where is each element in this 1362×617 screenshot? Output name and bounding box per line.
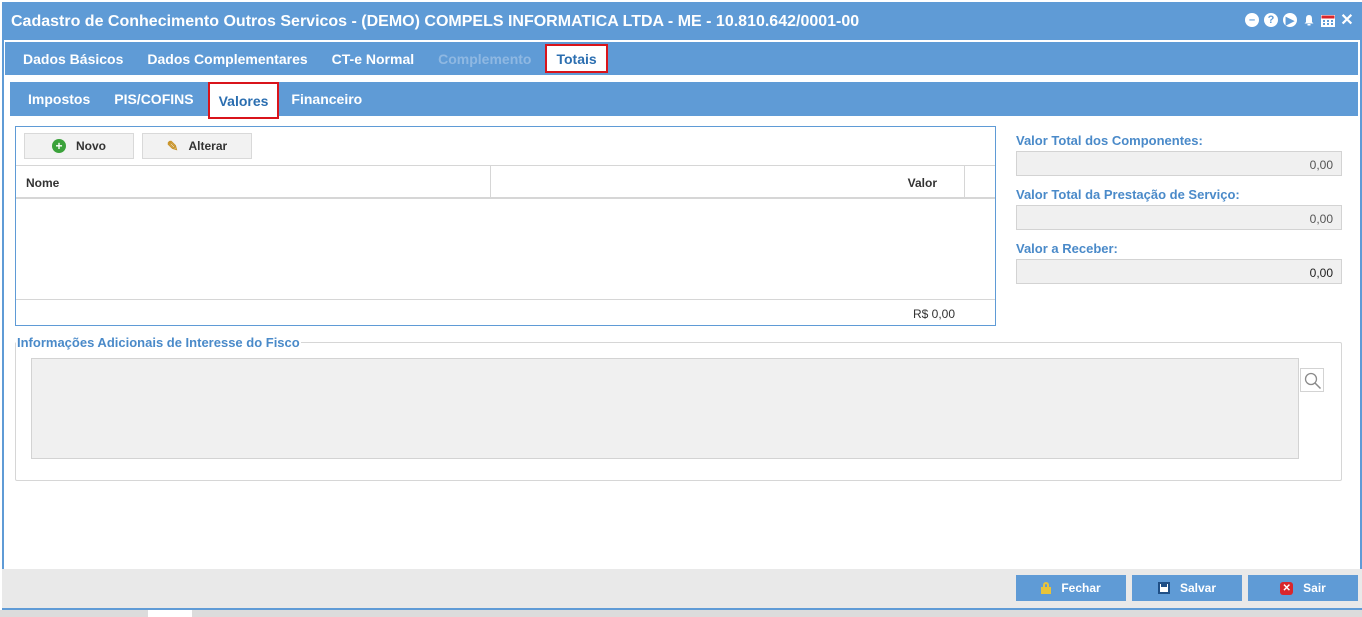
grid-header: Nome Valor xyxy=(16,165,995,199)
fisco-textarea[interactable] xyxy=(31,358,1299,459)
valor-receber-field[interactable]: 0,00 xyxy=(1016,259,1342,284)
edit-button-label: Alterar xyxy=(188,139,228,153)
pencil-icon: ✎ xyxy=(166,137,179,154)
close-icon[interactable]: ✕ xyxy=(1340,12,1354,29)
tab-totais[interactable]: Totais xyxy=(545,44,608,73)
total-componentes-label: Valor Total dos Componentes: xyxy=(1016,133,1203,148)
tab-complemento: Complemento xyxy=(438,50,532,67)
tab-dados-basicos[interactable]: Dados Básicos xyxy=(11,42,135,75)
main-tabs: Dados Básicos Dados Complementares CT-e … xyxy=(5,42,1358,75)
help-icon[interactable]: ? xyxy=(1264,13,1278,27)
close-button-label: Fechar xyxy=(1061,581,1101,595)
footer-bar: Fechar Salvar ✕ Sair xyxy=(2,569,1362,608)
grid-total: R$ 0,00 xyxy=(912,307,955,321)
tab-financeiro[interactable]: Financeiro xyxy=(279,82,374,116)
sub-tabs: Impostos PIS/COFINS Valores Financeiro xyxy=(10,82,1358,119)
column-header-nome[interactable]: Nome xyxy=(26,176,59,190)
grid-footer: R$ 0,00 xyxy=(16,299,995,326)
column-divider[interactable] xyxy=(964,166,965,197)
window-controls: – ? ▶ ✕ xyxy=(1245,12,1354,29)
fisco-legend: Informações Adicionais de Interesse do F… xyxy=(16,335,301,350)
play-icon[interactable]: ▶ xyxy=(1283,13,1297,27)
close-button[interactable]: Fechar xyxy=(1016,575,1126,601)
tab-pis-cofins[interactable]: PIS/COFINS xyxy=(102,82,205,116)
title-bar[interactable]: Cadastro de Conhecimento Outros Servicos… xyxy=(4,4,1360,40)
tab-valores[interactable]: Valores xyxy=(207,82,280,119)
add-icon: + xyxy=(52,139,66,153)
total-prestacao-field[interactable]: 0,00 xyxy=(1016,205,1342,230)
new-button[interactable]: + Novo xyxy=(24,133,134,159)
tab-dados-complementares[interactable]: Dados Complementares xyxy=(135,42,319,75)
tab-cte-normal[interactable]: CT-e Normal xyxy=(320,42,426,75)
components-grid: + Novo ✎ Alterar Nome Valor R$ 0,00 xyxy=(15,126,996,326)
save-button[interactable]: Salvar xyxy=(1132,575,1242,601)
search-button[interactable] xyxy=(1300,368,1324,392)
bell-icon[interactable] xyxy=(1302,13,1316,27)
window-title: Cadastro de Conhecimento Outros Servicos… xyxy=(11,13,860,30)
minimize-icon[interactable]: – xyxy=(1245,13,1259,27)
total-componentes-field[interactable]: 0,00 xyxy=(1016,151,1342,176)
floppy-icon xyxy=(1157,582,1170,594)
taskbar-tab[interactable] xyxy=(148,610,192,617)
exit-button[interactable]: ✕ Sair xyxy=(1248,575,1358,601)
tab-impostos[interactable]: Impostos xyxy=(16,82,102,116)
save-button-label: Salvar xyxy=(1179,581,1217,595)
edit-button[interactable]: ✎ Alterar xyxy=(142,133,252,159)
valor-receber-label: Valor a Receber: xyxy=(1016,241,1118,256)
lock-icon xyxy=(1041,582,1052,594)
column-header-valor[interactable]: Valor xyxy=(908,176,937,190)
exit-icon: ✕ xyxy=(1280,581,1294,595)
search-icon xyxy=(1304,372,1322,390)
new-button-label: Novo xyxy=(76,139,106,153)
calendar-icon[interactable] xyxy=(1321,13,1335,27)
exit-button-label: Sair xyxy=(1303,581,1326,595)
total-prestacao-label: Valor Total da Prestação de Serviço: xyxy=(1016,187,1240,202)
taskbar-strip xyxy=(0,610,1362,617)
column-divider[interactable] xyxy=(490,166,491,197)
